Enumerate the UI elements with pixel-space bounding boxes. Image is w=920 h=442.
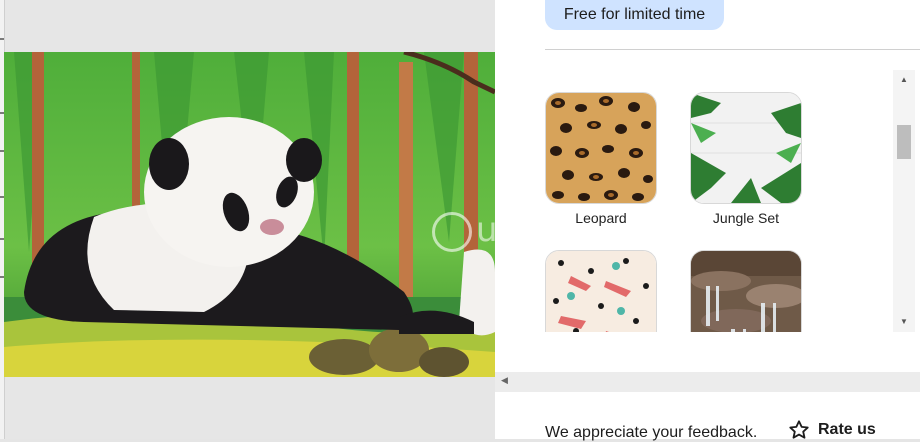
panda-jungle-image[interactable] bbox=[4, 52, 495, 377]
leopard-thumbnail[interactable] bbox=[545, 92, 657, 204]
tiger-pattern-thumbnail[interactable] bbox=[545, 250, 657, 332]
tile-tiger-pattern[interactable] bbox=[545, 250, 657, 332]
canvas-area: uantrimang bbox=[0, 0, 683, 439]
promo-label: Free for limited time bbox=[563, 6, 706, 23]
vertical-scrollbar[interactable]: ▲ ▼ bbox=[893, 70, 915, 332]
rate-us-label: Rate us bbox=[818, 421, 876, 438]
scroll-up-arrow-icon[interactable]: ▲ bbox=[893, 72, 915, 88]
tile-waterfall[interactable] bbox=[690, 250, 802, 332]
scroll-left-arrow-icon[interactable]: ◀ bbox=[501, 375, 508, 386]
rate-us-button[interactable]: Rate us bbox=[788, 419, 876, 441]
waterfall-thumbnail[interactable] bbox=[690, 250, 802, 332]
tile-jungle-set[interactable]: Jungle Set bbox=[690, 92, 802, 228]
promo-badge[interactable]: Free for limited time bbox=[545, 0, 724, 30]
tile-leopard[interactable]: Leopard bbox=[545, 92, 657, 228]
feedback-text: We appreciate your feedback. bbox=[545, 424, 758, 441]
template-panel: Free for limited time Leopard Jungle Set… bbox=[495, 0, 920, 441]
star-icon bbox=[789, 420, 809, 439]
scroll-down-arrow-icon[interactable]: ▼ bbox=[893, 314, 915, 330]
scrollbar-thumb[interactable] bbox=[897, 125, 911, 159]
texture-grid: Leopard Jungle Set bbox=[495, 70, 893, 332]
divider bbox=[545, 49, 920, 50]
jungle-set-thumbnail[interactable] bbox=[690, 92, 802, 204]
tile-label-jungle-set: Jungle Set bbox=[712, 210, 780, 226]
tile-label-leopard: Leopard bbox=[575, 210, 627, 226]
horizontal-scrollbar[interactable]: ◀ bbox=[495, 372, 920, 392]
